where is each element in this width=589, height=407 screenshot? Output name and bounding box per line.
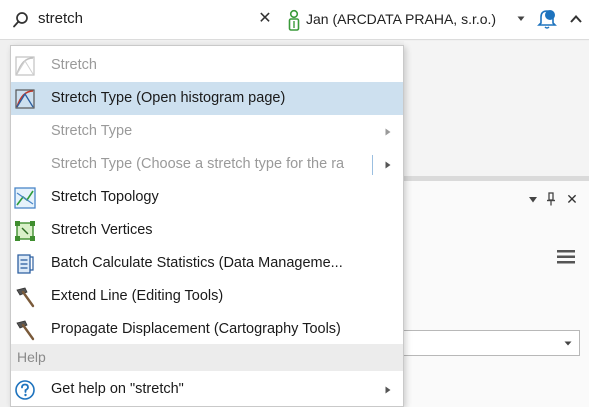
help-icon: [15, 380, 35, 400]
hamburger-menu-icon[interactable]: [557, 250, 575, 264]
submenu-arrow-icon: [385, 161, 391, 169]
result-stretch-type-choose: Stretch Type (Choose a stretch type for …: [11, 148, 403, 181]
chevron-down-icon[interactable]: [517, 16, 525, 22]
chevron-up-icon[interactable]: [570, 14, 582, 24]
result-stretch-topology[interactable]: Stretch Topology: [11, 181, 403, 214]
result-propagate-displacement[interactable]: Propagate Displacement (Cartography Tool…: [11, 313, 403, 346]
result-stretch-type-histogram[interactable]: Stretch Type (Open histogram page): [11, 82, 403, 115]
user-icon: [288, 9, 300, 31]
result-stretch: Stretch: [11, 49, 403, 82]
section-header-help: Help: [11, 344, 403, 371]
script-tool-icon: [17, 254, 34, 274]
pin-icon[interactable]: [546, 192, 556, 206]
vertices-icon: [15, 221, 35, 241]
submenu-arrow-icon: [385, 386, 391, 394]
pane-options-icon[interactable]: [528, 196, 538, 204]
result-stretch-vertices[interactable]: Stretch Vertices: [11, 214, 403, 247]
search-icon: [13, 12, 28, 28]
pane-close-icon[interactable]: ✕: [566, 192, 578, 206]
background-view: [404, 41, 589, 176]
search-input[interactable]: stretch: [38, 10, 83, 27]
hammer-icon: [16, 287, 35, 308]
pane-dropdown-field[interactable]: [404, 330, 580, 356]
result-batch-calculate-statistics[interactable]: Batch Calculate Statistics (Data Managem…: [11, 247, 403, 280]
user-account-menu[interactable]: Jan (ARCDATA PRAHA, s.r.o.): [306, 11, 496, 27]
result-stretch-type: Stretch Type: [11, 115, 403, 148]
background-pane: [404, 181, 589, 407]
chevron-down-icon[interactable]: [564, 341, 572, 346]
topbar: stretch ✕ Jan (ARCDATA PRAHA, s.r.o.): [0, 0, 589, 40]
stretch-tool-icon: [15, 89, 35, 109]
result-extend-line[interactable]: Extend Line (Editing Tools): [11, 280, 403, 313]
clear-search-button[interactable]: ✕: [255, 8, 275, 30]
hammer-icon: [16, 320, 35, 341]
notification-bell-icon[interactable]: [537, 8, 557, 30]
search-results-dropdown: Stretch Stretch Type (Open histogram pag…: [10, 45, 404, 407]
split-divider: [372, 155, 373, 175]
submenu-arrow-icon: [385, 128, 391, 136]
stretch-tool-icon: [15, 56, 35, 76]
topology-icon: [14, 187, 36, 209]
result-get-help[interactable]: Get help on "stretch": [11, 373, 403, 406]
